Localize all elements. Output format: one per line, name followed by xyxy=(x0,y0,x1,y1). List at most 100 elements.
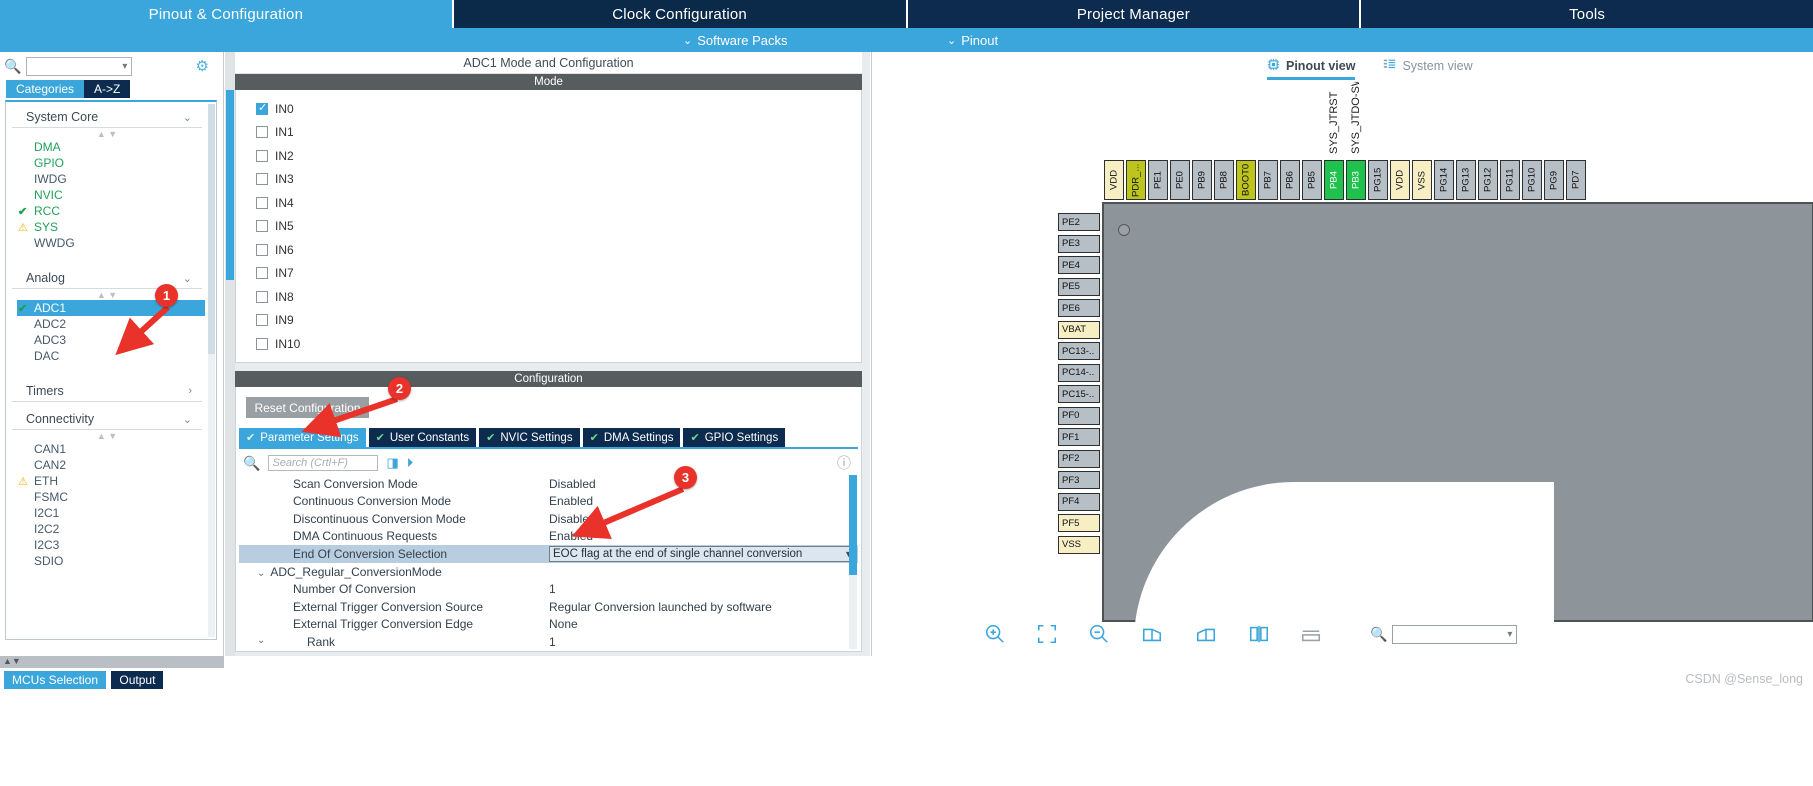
flip-horizontal-icon[interactable] xyxy=(1248,623,1270,645)
chevron-down-icon[interactable]: ⌄ xyxy=(257,568,265,579)
category-search-input[interactable]: ▾ xyxy=(26,56,133,76)
pin-vss[interactable]: VSS xyxy=(1412,160,1432,200)
flip-vertical-icon[interactable] xyxy=(1300,623,1322,645)
pin-pe1[interactable]: PE1 xyxy=(1148,160,1168,200)
parameter-value-cell[interactable]: None xyxy=(545,616,858,634)
checkbox-in9[interactable] xyxy=(256,314,268,327)
checkbox-in10[interactable] xyxy=(256,337,268,350)
panel-splitter[interactable]: ▲▼ xyxy=(0,656,224,668)
tab-a-to-z[interactable]: A->Z xyxy=(84,80,131,98)
pin-pb4[interactable]: PB4 xyxy=(1324,160,1344,200)
pin-pe2[interactable]: PE2 xyxy=(1058,213,1100,231)
tab-mcus-selection[interactable]: MCUs Selection xyxy=(4,671,107,689)
pin-pb6[interactable]: PB6 xyxy=(1280,160,1300,200)
gear-icon[interactable]: ⚙ xyxy=(196,57,209,75)
pin-pf1[interactable]: PF1 xyxy=(1058,428,1100,446)
sidebar-item-i2c1[interactable]: I2C1 xyxy=(6,505,208,521)
circle-right-icon[interactable]: ⏵ xyxy=(407,455,414,471)
tree-group-connectivity[interactable]: Connectivity ⌄ xyxy=(12,408,202,430)
rotate-left-icon[interactable] xyxy=(1140,623,1164,645)
table-row[interactable]: ⌄ ADC_Regular_ConversionMode xyxy=(239,563,858,581)
checkbox-in2[interactable] xyxy=(256,149,268,162)
tree-group-timers[interactable]: Timers › xyxy=(12,380,202,402)
pin-pe0[interactable]: PE0 xyxy=(1170,160,1190,200)
pin-vdd[interactable]: VDD xyxy=(1104,160,1124,200)
checkbox-in0[interactable] xyxy=(256,101,268,115)
reset-configuration-button[interactable]: Reset Configuration xyxy=(246,397,369,418)
tab-pinout-configuration[interactable]: Pinout & Configuration xyxy=(0,0,452,28)
parameter-value-cell[interactable]: Disabled xyxy=(545,510,858,528)
pin-pb3[interactable]: PB3 xyxy=(1346,160,1366,200)
pin-pf3[interactable]: PF3 xyxy=(1058,471,1100,489)
sidebar-item-eth[interactable]: ⚠ ETH xyxy=(6,473,208,489)
info-icon[interactable]: ⓘ xyxy=(837,453,851,473)
channel-row-in3[interactable]: IN3 xyxy=(256,168,861,192)
table-row[interactable]: DMA Continuous Requests Enabled xyxy=(239,528,858,546)
pin-pf5[interactable]: PF5 xyxy=(1058,514,1100,532)
channel-row-in10[interactable]: IN10 xyxy=(256,332,861,356)
parameter-value-cell[interactable] xyxy=(545,563,858,581)
center-scrollbar-thumb[interactable] xyxy=(226,90,234,280)
pin-pe5[interactable]: PE5 xyxy=(1058,277,1100,296)
pin-pf4[interactable]: PF4 xyxy=(1058,492,1100,511)
pin-pd7[interactable]: PD7 xyxy=(1566,160,1586,200)
sidebar-item-can1[interactable]: CAN1 xyxy=(6,441,208,457)
table-row[interactable]: Number Of Conversion 1 xyxy=(239,581,858,599)
pinout-menu[interactable]: ⌄ Pinout xyxy=(947,33,998,48)
channel-row-in5[interactable]: IN5 xyxy=(256,215,861,239)
checkbox-in4[interactable] xyxy=(256,196,268,209)
channel-row-in7[interactable]: IN7 xyxy=(256,262,861,286)
center-scrollbar[interactable] xyxy=(225,52,235,656)
sidebar-item-nvic[interactable]: NVIC xyxy=(6,187,208,203)
tab-nvic-settings[interactable]: ✔ NVIC Settings xyxy=(479,428,580,447)
sidebar-item-adc2[interactable]: ADC2 xyxy=(6,316,208,332)
sidebar-item-i2c3[interactable]: I2C3 xyxy=(6,537,208,553)
sidebar-item-can2[interactable]: CAN2 xyxy=(6,457,208,473)
pin-pg12[interactable]: PG12 xyxy=(1478,160,1498,200)
pin-pg15[interactable]: PG15 xyxy=(1368,160,1388,200)
chevron-down-icon[interactable]: ⌄ xyxy=(257,635,265,646)
sidebar-item-gpio[interactable]: GPIO xyxy=(6,155,208,171)
pin-pf2[interactable]: PF2 xyxy=(1058,449,1100,468)
pin-vbat[interactable]: VBAT xyxy=(1058,320,1100,339)
table-row[interactable]: End Of Conversion Selection EOC flag at t… xyxy=(239,545,858,563)
pin-pc14[interactable]: PC14-.. xyxy=(1058,363,1100,382)
pin-pe4[interactable]: PE4 xyxy=(1058,256,1100,274)
pin-pdr[interactable]: PDR_... xyxy=(1126,160,1146,200)
table-row[interactable]: External Trigger Conversion Edge None xyxy=(239,616,858,634)
pin-pb8[interactable]: PB8 xyxy=(1214,160,1234,200)
sidebar-item-iwdg[interactable]: IWDG xyxy=(6,171,208,187)
channel-row-in1[interactable]: IN1 xyxy=(256,121,861,145)
pin-vdd[interactable]: VDD xyxy=(1390,160,1410,200)
tree-scrollbar-thumb[interactable] xyxy=(208,104,215,354)
checkbox-in3[interactable] xyxy=(256,173,268,186)
tab-project-manager[interactable]: Project Manager xyxy=(907,0,1360,28)
parameter-table-scrollbar[interactable] xyxy=(849,475,857,649)
tree-scroll-spinner[interactable]: ▲ ▼ xyxy=(6,128,208,139)
channel-row-in6[interactable]: IN6 xyxy=(256,238,861,262)
software-packs-menu[interactable]: ⌄ Software Packs xyxy=(683,33,788,48)
pin-search-input[interactable]: ▾ xyxy=(1392,624,1518,644)
parameter-search-input[interactable]: Search (Crtl+F) xyxy=(268,455,379,471)
fit-screen-icon[interactable] xyxy=(1036,623,1058,645)
channel-row-in0[interactable]: IN0 xyxy=(256,97,861,121)
checkbox-in7[interactable] xyxy=(256,267,268,280)
table-row[interactable]: Scan Conversion Mode Disabled xyxy=(239,475,858,493)
channel-row-in8[interactable]: IN8 xyxy=(256,285,861,309)
tree-group-system-core[interactable]: System Core ⌄ xyxy=(12,106,202,128)
channel-row-in9[interactable]: IN9 xyxy=(256,309,861,333)
table-row[interactable]: Continuous Conversion Mode Enabled xyxy=(239,493,858,511)
parameter-value-cell[interactable]: 1 xyxy=(545,581,858,599)
pin-pc13[interactable]: PC13-.. xyxy=(1058,342,1100,360)
tab-clock-configuration[interactable]: Clock Configuration xyxy=(453,0,906,28)
mcu-pinout-diagram[interactable]: VDD PDR_... PE1 PE0 PB9 PB8 BOOT0 PB7 PB6 PB5 PB4 P… xyxy=(872,82,1813,622)
pin-pf0[interactable]: PF0 xyxy=(1058,406,1100,425)
tree-scrollbar[interactable] xyxy=(208,104,215,637)
checkbox-in5[interactable] xyxy=(256,220,268,233)
tab-tools[interactable]: Tools xyxy=(1361,0,1813,28)
sidebar-item-i2c2[interactable]: I2C2 xyxy=(6,521,208,537)
rotate-right-icon[interactable] xyxy=(1194,623,1218,645)
tab-dma-settings[interactable]: ✔ DMA Settings xyxy=(582,428,681,447)
tab-categories[interactable]: Categories xyxy=(6,80,85,98)
checkbox-in6[interactable] xyxy=(256,243,268,256)
